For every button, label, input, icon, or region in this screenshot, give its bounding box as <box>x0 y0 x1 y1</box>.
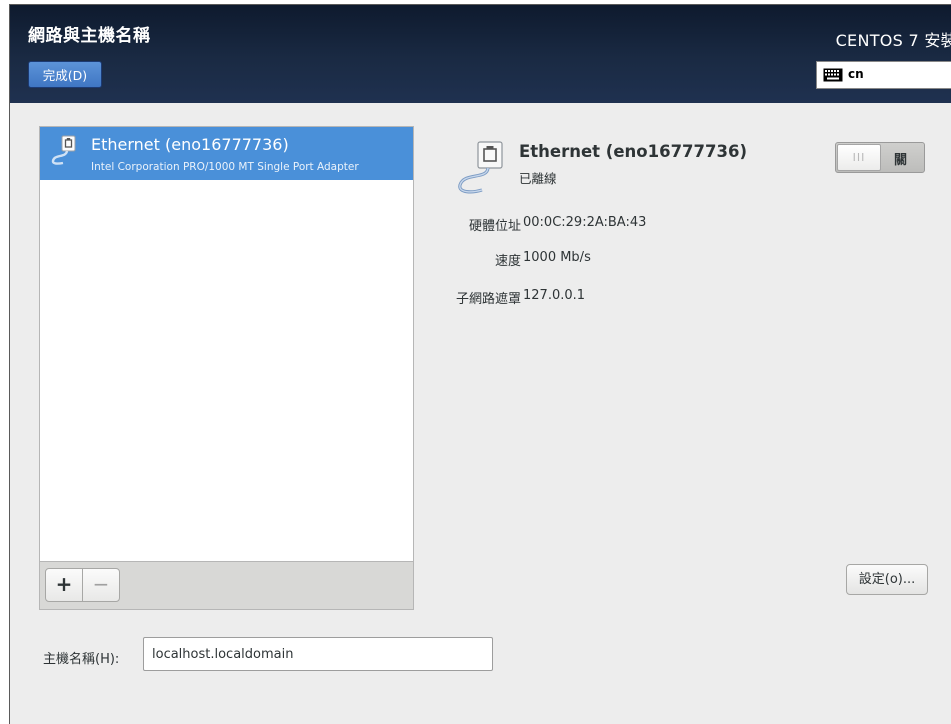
device-list[interactable]: Ethernet (eno16777736) Intel Corporation… <box>39 126 414 562</box>
connection-status: 已離線 <box>519 171 557 186</box>
ethernet-cable-icon <box>458 141 503 194</box>
toggle-knob: III <box>837 144 881 171</box>
device-list-toolbar: + − <box>39 562 414 610</box>
ethernet-cable-icon <box>51 135 76 165</box>
info-value: 127.0.0.1 <box>523 288 586 303</box>
device-list-item-ethernet[interactable]: Ethernet (eno16777736) Intel Corporation… <box>40 127 413 180</box>
info-key: 硬體位址 <box>468 219 521 234</box>
product-title: CENTOS 7 安裝 <box>835 31 951 50</box>
device-power-toggle[interactable]: III 關 <box>835 142 925 173</box>
info-key: 速度 <box>494 254 521 269</box>
configure-button[interactable]: 設定(o)... <box>846 564 928 595</box>
device-detail-name: Ethernet (eno16777736) <box>519 142 748 161</box>
info-key: 子網路遮罩 <box>455 292 521 307</box>
device-description: Intel Corporation PRO/1000 MT Single Por… <box>91 161 359 173</box>
done-button[interactable]: 完成(D) <box>28 61 102 88</box>
installer-window: 網路與主機名稱 完成(D) CENTOS 7 安裝 cn Ethernet (e… <box>9 4 951 724</box>
remove-device-button[interactable]: − <box>82 568 120 602</box>
hostname-label: 主機名稱(H): <box>43 652 120 667</box>
hostname-input[interactable] <box>143 637 493 671</box>
device-name: Ethernet (eno16777736) <box>91 135 289 154</box>
add-device-button[interactable]: + <box>45 568 83 602</box>
toggle-state-label: 關 <box>894 153 908 168</box>
info-value: 1000 Mb/s <box>523 250 591 265</box>
page-title: 網路與主機名稱 <box>28 26 151 46</box>
keyboard-icon <box>823 68 843 82</box>
keyboard-layout-label: cn <box>848 67 864 81</box>
keyboard-layout-indicator[interactable]: cn <box>816 61 951 89</box>
header-bar: 網路與主機名稱 完成(D) CENTOS 7 安裝 cn <box>10 5 951 103</box>
info-value: 00:0C:29:2A:BA:43 <box>523 215 647 230</box>
